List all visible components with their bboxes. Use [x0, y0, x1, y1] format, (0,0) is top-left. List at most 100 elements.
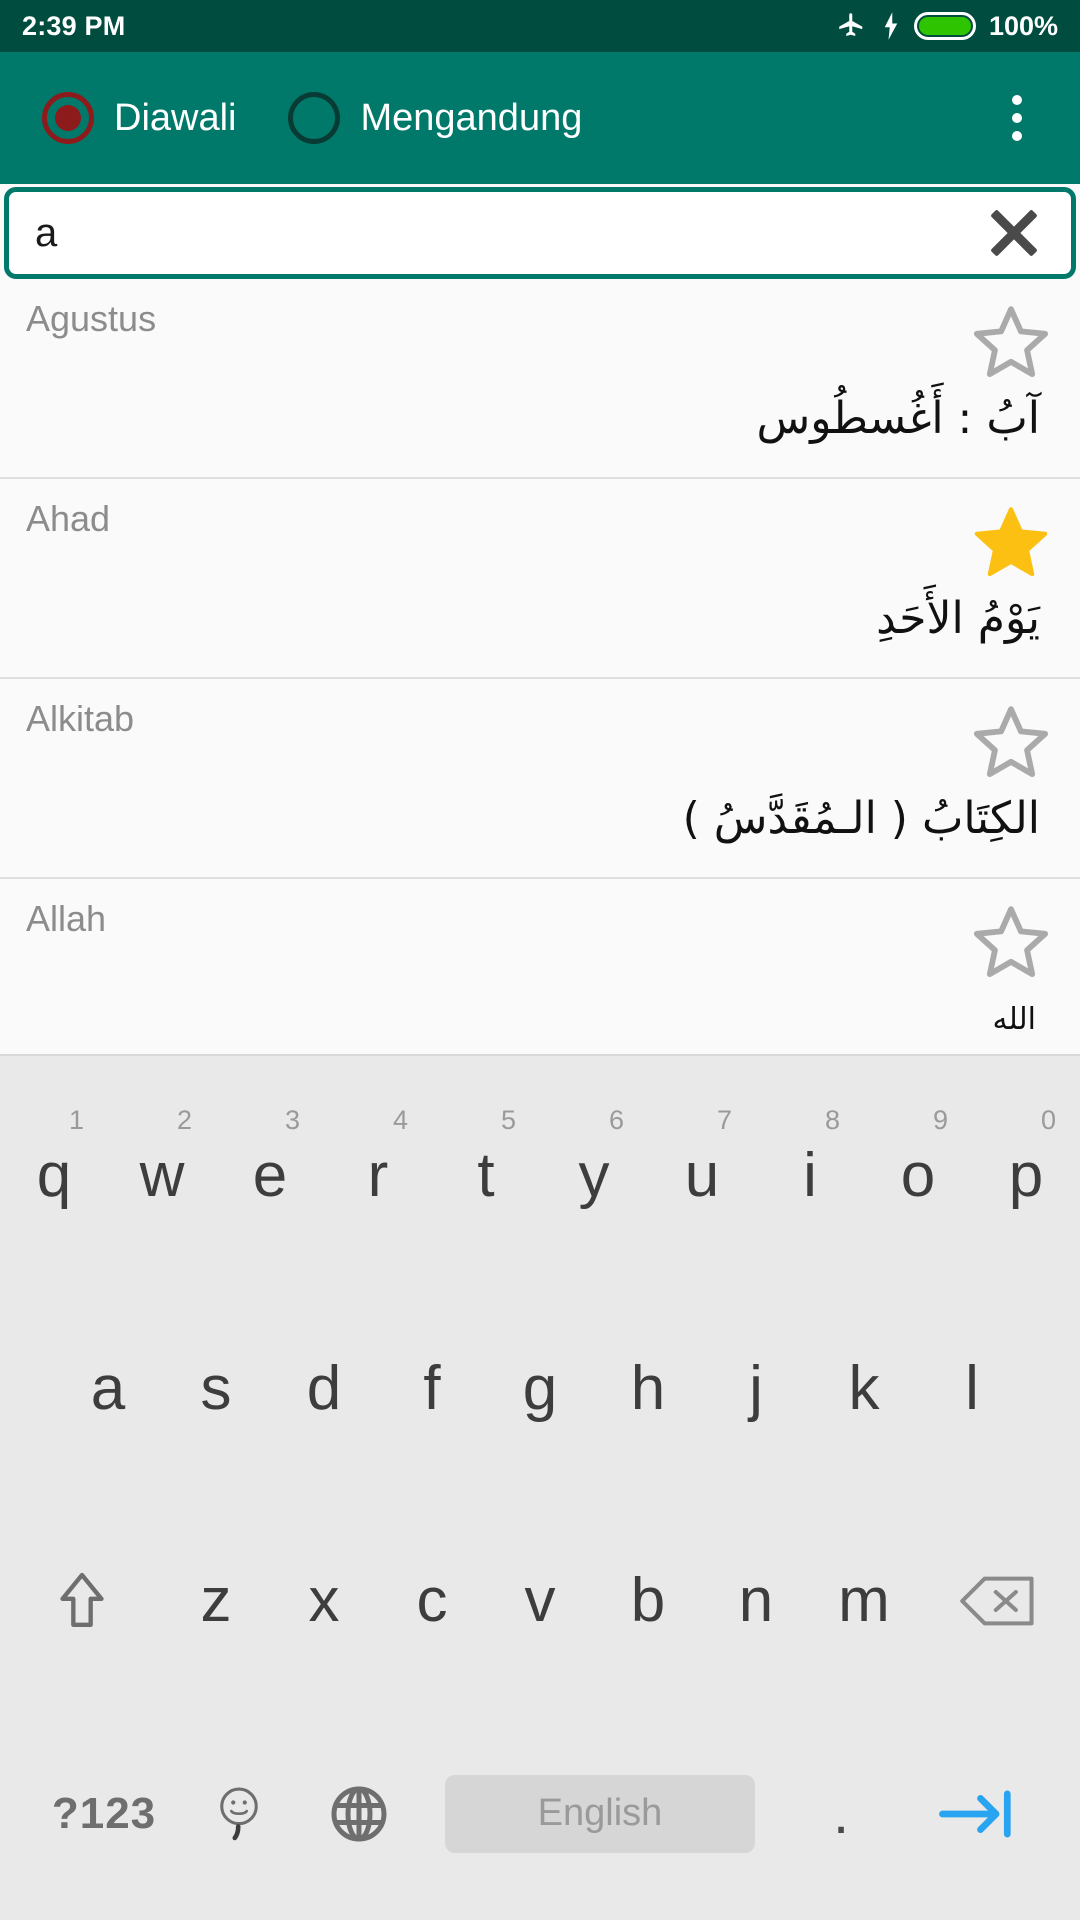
shift-key[interactable] — [2, 1526, 162, 1676]
key-label: s — [200, 1353, 232, 1423]
search-results-list: Agustus آبُ : أَغُسطُوس Ahad يَوْمُ الأَ… — [0, 279, 1080, 1079]
app-bar: Diawali Mengandung — [0, 52, 1080, 184]
key-label: u — [684, 1141, 720, 1211]
radio-label-diawali: Diawali — [114, 96, 237, 139]
key-x[interactable]: x — [270, 1526, 378, 1676]
key-b[interactable]: b — [594, 1526, 702, 1676]
radio-label-mengandung: Mengandung — [360, 96, 583, 139]
key-label: y — [578, 1141, 610, 1211]
language-switch-key[interactable] — [299, 1739, 419, 1889]
key-label: l — [965, 1353, 979, 1423]
key-label: h — [630, 1353, 666, 1423]
key-k[interactable]: k — [810, 1314, 918, 1464]
search-input[interactable] — [35, 210, 983, 256]
enter-next-key[interactable] — [901, 1739, 1051, 1889]
period-key[interactable]: . — [781, 1739, 901, 1889]
key-label: t — [477, 1141, 495, 1211]
key-o[interactable]: 9o — [864, 1101, 972, 1251]
key-label: i — [803, 1141, 817, 1211]
search-bar-container — [0, 187, 1080, 279]
key-d[interactable]: d — [270, 1314, 378, 1464]
key-label: k — [848, 1353, 880, 1423]
list-item[interactable]: Agustus آبُ : أَغُسطُوس — [0, 279, 1080, 479]
shift-arrow-icon — [60, 1573, 104, 1628]
backspace-key[interactable] — [918, 1526, 1078, 1676]
spacebar-key[interactable]: English — [445, 1774, 755, 1853]
key-label: d — [306, 1353, 342, 1423]
key-f[interactable]: f — [378, 1314, 486, 1464]
entry-title: Alkitab — [26, 698, 135, 739]
key-label: c — [416, 1566, 448, 1636]
key-t[interactable]: 5t — [432, 1101, 540, 1251]
list-item[interactable]: Alkitab الكِتَابُ ( الـمُقَدَّسُ ) — [0, 679, 1080, 879]
key-a[interactable]: a — [54, 1314, 162, 1464]
key-s[interactable]: s — [162, 1314, 270, 1464]
radio-button-mengandung[interactable] — [288, 92, 341, 144]
emoji-smiley-icon — [220, 1787, 258, 1841]
keyboard-row-4: ?123 English . — [0, 1708, 1080, 1920]
radio-option-diawali[interactable]: Diawali — [42, 92, 236, 144]
key-label: q — [36, 1141, 72, 1211]
key-w[interactable]: 2w — [108, 1101, 216, 1251]
key-label: p — [1008, 1141, 1044, 1211]
key-label: w — [139, 1141, 185, 1211]
entry-title: Allah — [26, 898, 107, 939]
spacebar-label: English — [537, 1792, 663, 1835]
key-number-hint: 9 — [932, 1105, 948, 1136]
key-u[interactable]: 7u — [648, 1101, 756, 1251]
star-icon[interactable] — [968, 301, 1054, 383]
key-label: . — [832, 1780, 850, 1846]
keyboard-row-2: a s d f g h j k l — [0, 1283, 1080, 1496]
star-icon[interactable] — [968, 901, 1054, 983]
key-e[interactable]: 3e — [216, 1101, 324, 1251]
key-i[interactable]: 8i — [756, 1101, 864, 1251]
key-l[interactable]: l — [918, 1314, 1026, 1464]
tab-next-arrow-icon — [939, 1790, 1011, 1838]
key-z[interactable]: z — [162, 1526, 270, 1676]
key-number-hint: 3 — [284, 1105, 300, 1136]
key-number-hint: 7 — [716, 1105, 732, 1136]
status-bar: 2:39 PM 100% — [0, 0, 1080, 52]
key-label: e — [252, 1141, 288, 1211]
battery-icon — [913, 12, 976, 40]
close-icon[interactable] — [983, 202, 1045, 264]
key-label: f — [423, 1353, 441, 1423]
key-q[interactable]: 1q — [0, 1101, 108, 1251]
key-label: z — [200, 1566, 232, 1636]
list-item[interactable]: Allah الله — [0, 879, 1080, 1079]
key-label: b — [630, 1566, 666, 1636]
entry-arabic: يَوْمُ الأَحَدِ — [876, 592, 1040, 644]
entry-arabic: آبُ : أَغُسطُوس — [756, 392, 1040, 444]
overflow-menu-icon[interactable] — [996, 85, 1038, 151]
key-c[interactable]: c — [378, 1526, 486, 1676]
key-number-hint: 1 — [68, 1105, 84, 1136]
key-label: v — [524, 1566, 556, 1636]
key-h[interactable]: h — [594, 1314, 702, 1464]
radio-option-mengandung[interactable]: Mengandung — [288, 92, 582, 144]
emoji-key[interactable] — [179, 1739, 299, 1889]
key-n[interactable]: n — [702, 1526, 810, 1676]
key-m[interactable]: m — [810, 1526, 918, 1676]
match-mode-radio-group: Diawali Mengandung — [42, 92, 634, 144]
key-label: g — [522, 1353, 558, 1423]
key-v[interactable]: v — [486, 1526, 594, 1676]
key-label: x — [308, 1566, 340, 1636]
key-p[interactable]: 0p — [972, 1101, 1080, 1251]
key-label: j — [749, 1353, 763, 1423]
key-y[interactable]: 6y — [540, 1101, 648, 1251]
key-j[interactable]: j — [702, 1314, 810, 1464]
radio-button-diawali[interactable] — [42, 92, 94, 144]
search-box[interactable] — [4, 187, 1076, 279]
star-icon[interactable] — [968, 501, 1054, 583]
key-label: n — [738, 1566, 774, 1636]
star-icon[interactable] — [968, 701, 1054, 783]
key-number-hint: 2 — [176, 1105, 192, 1136]
status-icons: 100% — [834, 11, 1058, 42]
list-item[interactable]: Ahad يَوْمُ الأَحَدِ — [0, 479, 1080, 679]
key-r[interactable]: 4r — [324, 1101, 432, 1251]
symbols-key[interactable]: ?123 — [29, 1739, 179, 1889]
key-label: r — [367, 1141, 389, 1211]
key-label: o — [900, 1141, 936, 1211]
key-g[interactable]: g — [486, 1314, 594, 1464]
entry-arabic: الله — [992, 1002, 1037, 1037]
